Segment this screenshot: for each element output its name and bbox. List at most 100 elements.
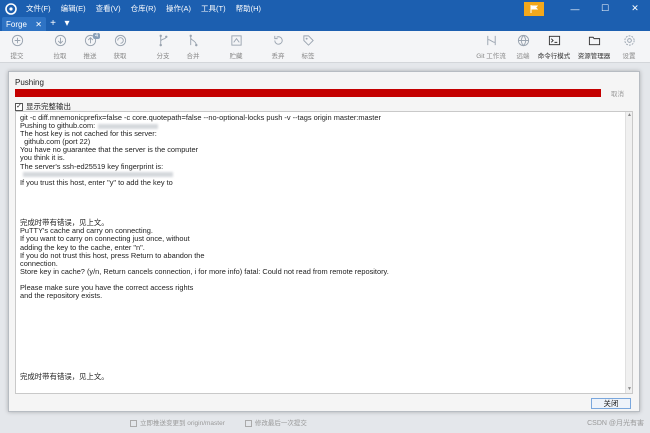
progress-bar (15, 89, 601, 97)
output-line: If you trust this host, enter "y" to add… (20, 177, 628, 187)
branch-button[interactable]: 分支 (148, 34, 178, 62)
app-logo-icon (4, 2, 18, 16)
tag-button[interactable]: 标签 (293, 34, 323, 62)
output-line: git -c diff.mnemonicprefix=false -c core… (20, 113, 628, 122)
push-count-badge: 4 (93, 33, 101, 39)
fetch-label: 获取 (113, 53, 127, 60)
menu-file[interactable]: 文件(F) (26, 3, 51, 14)
settings-label: 设置 (622, 53, 636, 60)
watermark: CSDN @月光有害 (587, 420, 644, 427)
push-immediately-checkbox[interactable] (130, 419, 137, 427)
output-lines: git -c diff.mnemonicprefix=false -c core… (20, 113, 628, 381)
push-label: 推送 (83, 53, 97, 60)
merge-label: 合并 (186, 53, 200, 60)
commit-button[interactable]: 提交 (2, 34, 32, 62)
minimize-icon: — (570, 3, 580, 14)
redacted-text (23, 172, 173, 178)
remote-label: 远端 (516, 53, 530, 60)
new-tab-button[interactable]: + (46, 17, 60, 31)
push-immediately-label: 立即推送变更到 origin/master (140, 420, 225, 427)
menu-bar: 文件(F) 编辑(E) 查看(V) 仓库(R) 操作(A) 工具(T) 帮助(H… (26, 3, 261, 14)
discard-button[interactable]: 丢弃 (263, 34, 293, 62)
output-line-text: The server's ssh-ed25519 key fingerprint… (20, 161, 164, 171)
pull-button[interactable]: 拉取 (45, 34, 75, 62)
plus-icon: + (50, 18, 56, 29)
settings-button[interactable]: 设置 (614, 34, 644, 62)
dialog-title: Pushing (15, 78, 44, 87)
git-flow-icon (486, 35, 496, 46)
output-line: 完成时带有错误，见上文。 (20, 372, 628, 381)
menu-actions[interactable]: 操作(A) (166, 3, 191, 14)
merge-icon (189, 34, 197, 47)
output-line-text: If you trust this host, enter "y" to add… (20, 177, 173, 187)
git-flow-label: Git 工作流 (476, 53, 506, 60)
flag-button[interactable] (524, 1, 544, 16)
stash-button[interactable]: 贮藏 (221, 34, 251, 62)
push-button[interactable]: 4 推送 (75, 33, 105, 62)
output-line: and the repository exists. (20, 292, 628, 300)
tab-close-icon[interactable]: ✕ (35, 20, 42, 29)
tab-label: Forge (6, 19, 27, 29)
close-button[interactable]: 关闭 (591, 398, 631, 409)
output-line: You have no guarantee that the server is… (20, 146, 628, 154)
redacted-text (98, 123, 159, 129)
menu-tools[interactable]: 工具(T) (201, 3, 226, 14)
explorer-button[interactable]: 资源管理器 (577, 34, 611, 62)
explorer-label: 资源管理器 (577, 53, 611, 60)
branch-label: 分支 (156, 53, 170, 60)
tag-icon (302, 35, 314, 46)
tab-list-button[interactable]: ▾ (60, 17, 74, 31)
amend-checkbox[interactable] (244, 419, 252, 427)
cancel-button[interactable]: 取消 (611, 88, 624, 98)
show-full-output-checkbox[interactable]: ✓ (15, 102, 23, 111)
remote-button[interactable]: 远端 (508, 34, 538, 62)
output-line: If you do not trust this host, press Ret… (20, 251, 628, 260)
output-line-text: 完成时带有错误，见上文。 (20, 372, 109, 381)
amend-option[interactable]: 修改最后一次提交 (244, 417, 307, 427)
scroll-down-arrow-icon[interactable]: ▼ (626, 386, 632, 393)
tag-label: 标签 (301, 53, 315, 60)
maximize-button[interactable]: ☐ (590, 0, 620, 17)
caret-down-icon: ▾ (64, 18, 70, 29)
menu-view[interactable]: 查看(V) (96, 3, 121, 14)
scroll-up-arrow-icon[interactable]: ▲ (626, 112, 632, 119)
tab-forge[interactable]: Forge ✕ (2, 17, 46, 31)
commit-options: 立即推送变更到 origin/master 修改最后一次提交 (130, 416, 330, 428)
close-window-button[interactable]: ✕ (620, 0, 650, 17)
remote-icon (517, 34, 529, 47)
output-line-text: Store key in cache? (y/n, Return cancels… (20, 266, 389, 276)
output-line: Please make sure you have the correct ac… (20, 283, 628, 292)
push-immediately-option[interactable]: 立即推送变更到 origin/master (130, 417, 225, 427)
menu-edit[interactable]: 编辑(E) (61, 3, 86, 14)
menu-repository[interactable]: 仓库(R) (131, 3, 156, 14)
toolbar: 提交 拉取 4 推送 获取 分支 合并 贮藏 丢弃 标签 Git 工作流 远端 (0, 31, 650, 63)
stash-icon (230, 35, 242, 46)
terminal-label: 命令行模式 (537, 53, 571, 60)
git-flow-button[interactable]: Git 工作流 (476, 34, 506, 62)
fetch-button[interactable]: 获取 (105, 34, 135, 62)
terminal-button[interactable]: 命令行模式 (537, 34, 571, 62)
menu-help[interactable]: 帮助(H) (236, 3, 261, 14)
stash-label: 贮藏 (229, 53, 243, 60)
title-bar: 文件(F) 编辑(E) 查看(V) 仓库(R) 操作(A) 工具(T) 帮助(H… (0, 0, 650, 17)
merge-button[interactable]: 合并 (178, 34, 208, 62)
output-log[interactable]: git -c diff.mnemonicprefix=false -c core… (15, 111, 633, 394)
branch-icon (159, 34, 167, 47)
fetch-icon (114, 34, 126, 47)
terminal-icon (548, 35, 560, 46)
checkmark-icon: ✓ (16, 103, 22, 110)
minimize-button[interactable]: — (560, 0, 590, 17)
output-scrollbar[interactable]: ▲ ▼ (625, 112, 632, 393)
